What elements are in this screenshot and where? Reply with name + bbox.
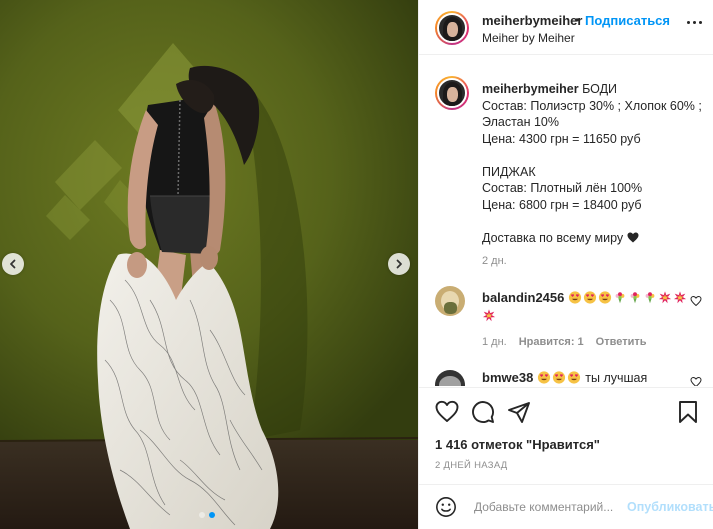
bouquet-icon bbox=[630, 292, 640, 304]
smiling-face-with-heart-eyes-icon bbox=[583, 291, 596, 304]
bookmark-icon[interactable] bbox=[676, 400, 700, 424]
bouquet-icon bbox=[645, 292, 655, 304]
comment-time[interactable]: 1 дн. bbox=[482, 336, 507, 348]
caption-author-avatar[interactable] bbox=[435, 76, 469, 110]
commenter-username[interactable]: bmwe38 bbox=[482, 370, 533, 385]
post-actions: 1 416 отметок "Нравится" 2 ДНЕЙ НАЗАД Оп… bbox=[419, 387, 713, 529]
carousel-dot bbox=[199, 512, 205, 518]
commenter-username[interactable]: balandin2456 bbox=[482, 290, 564, 305]
previous-slide-button[interactable] bbox=[2, 253, 24, 275]
collision-icon bbox=[658, 291, 671, 304]
carousel-indicator bbox=[199, 512, 215, 518]
carousel-dot-active bbox=[209, 512, 215, 518]
next-slide-button[interactable] bbox=[388, 253, 410, 275]
comment-input[interactable] bbox=[474, 498, 624, 516]
post-date[interactable]: 2 ДНЕЙ НАЗАД bbox=[435, 460, 508, 471]
caption-line: Цена: 4300 грн = 11650 руб bbox=[482, 131, 641, 146]
caption-line: Доставка по всему миру bbox=[482, 230, 624, 245]
bouquet-icon bbox=[615, 292, 625, 304]
collision-icon bbox=[482, 309, 496, 322]
caption-line: БОДИ bbox=[582, 82, 618, 96]
post-caption: meiherbymeiher БОДИ Состав: Полиэстр 30%… bbox=[482, 81, 702, 246]
likes-count[interactable]: 1 416 отметок "Нравится" bbox=[435, 437, 600, 452]
smiling-face-with-heart-eyes-icon bbox=[568, 291, 581, 304]
smiling-face-with-heart-eyes-icon bbox=[567, 371, 580, 384]
caption-line: Состав: Плотный лён 100% bbox=[482, 181, 643, 195]
comment-likes-count[interactable]: Нравится: 1 bbox=[519, 336, 584, 348]
black-heart-icon bbox=[627, 232, 639, 242]
commenter-avatar[interactable] bbox=[435, 370, 465, 386]
reply-button[interactable]: Ответить bbox=[596, 336, 647, 348]
comment-body: bmwe38 ты лучшая bbox=[482, 369, 692, 386]
share-icon[interactable] bbox=[507, 400, 531, 424]
author-subtitle: Meiher by Meiher bbox=[482, 31, 575, 45]
more-options-icon[interactable] bbox=[687, 21, 703, 25]
collision-icon bbox=[673, 291, 686, 304]
comment-text: ты лучшая bbox=[585, 371, 648, 385]
caption-username[interactable]: meiherbymeiher bbox=[482, 82, 579, 96]
caption-time[interactable]: 2 дн. bbox=[482, 255, 507, 267]
comments-list: meiherbymeiher БОДИ Состав: Полиэстр 30%… bbox=[419, 56, 713, 386]
photo-image bbox=[0, 0, 418, 529]
post-side-panel: meiherbymeiher • Подписаться Meiher by M… bbox=[418, 0, 713, 529]
author-avatar[interactable] bbox=[435, 11, 469, 45]
like-comment-heart-icon[interactable] bbox=[690, 376, 702, 386]
caption-line: Цена: 6800 грн = 18400 руб bbox=[482, 197, 642, 212]
emoji-icon[interactable] bbox=[435, 496, 457, 518]
post-header: meiherbymeiher • Подписаться Meiher by M… bbox=[419, 0, 713, 55]
caption-line: ПИДЖАК bbox=[482, 164, 536, 179]
publish-button[interactable]: Опубликовать bbox=[627, 500, 713, 514]
chevron-right-icon bbox=[396, 259, 402, 269]
commenter-avatar[interactable] bbox=[435, 286, 465, 316]
follow-button[interactable]: Подписаться bbox=[585, 13, 670, 28]
caption-line: Эластан 10% bbox=[482, 115, 559, 129]
chevron-left-icon bbox=[10, 259, 16, 269]
separator-dot: • bbox=[575, 13, 580, 27]
author-username[interactable]: meiherbymeiher bbox=[482, 13, 582, 28]
smiling-face-with-heart-eyes-icon bbox=[598, 291, 611, 304]
smiling-face-with-heart-eyes-icon bbox=[552, 371, 565, 384]
comment-emoji-row bbox=[537, 371, 582, 385]
post-photo[interactable] bbox=[0, 0, 418, 529]
heart-icon[interactable] bbox=[435, 400, 459, 424]
comment-meta: 1 дн. Нравится: 1 Ответить bbox=[482, 336, 647, 348]
smiling-face-with-heart-eyes-icon bbox=[537, 371, 550, 384]
comment-body: balandin2456 bbox=[482, 289, 692, 325]
like-comment-heart-icon[interactable] bbox=[690, 295, 702, 307]
instagram-post: meiherbymeiher • Подписаться Meiher by M… bbox=[0, 0, 713, 529]
comment-icon[interactable] bbox=[471, 400, 495, 424]
caption-line: Состав: Полиэстр 30% ; Хлопок 60% ; bbox=[482, 98, 702, 113]
add-comment-bar: Опубликовать bbox=[419, 484, 713, 529]
